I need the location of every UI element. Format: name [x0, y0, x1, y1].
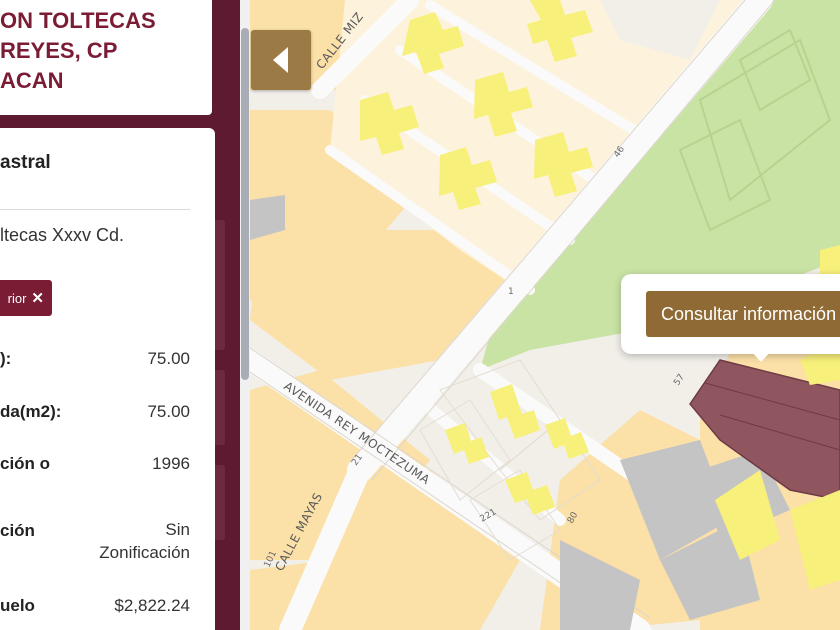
collapse-panel-button[interactable]: [251, 30, 311, 90]
map-popup: Consultar información: [621, 274, 840, 354]
divider: [0, 209, 190, 210]
field-label: ción o: [0, 454, 51, 473]
filter-chip[interactable]: rior ✕: [0, 280, 52, 316]
card-heading: astral: [0, 152, 51, 173]
filter-chip-label: rior: [7, 290, 27, 306]
field-label: ción: [0, 521, 35, 540]
field-value: Sin Zonificación: [99, 518, 190, 564]
address-number: 1: [508, 287, 514, 297]
side-panel: ON TOLTECAS REYES, CP ACAN astral ltecas…: [0, 0, 240, 630]
title-card: ON TOLTECAS REYES, CP ACAN: [0, 0, 212, 115]
title-line-2: REYES, CP: [0, 38, 118, 63]
scrollbar-thumb[interactable]: [241, 28, 249, 380]
field-label: ):: [0, 349, 12, 368]
field-value-line-2: Zonificación: [99, 543, 190, 562]
field-value: $2,822.24: [114, 596, 190, 615]
popup-tail: [750, 350, 772, 362]
side-tab[interactable]: [215, 370, 225, 445]
field-value: 75.00: [147, 349, 190, 368]
side-tab[interactable]: [215, 220, 225, 350]
title-line-1: ON TOLTECAS: [0, 8, 156, 33]
cadastral-info-card: astral ltecas Xxxv Cd. rior ✕ ): 75.00 d…: [0, 128, 215, 630]
side-tab[interactable]: [215, 465, 225, 540]
title-line-3: ACAN: [0, 68, 64, 93]
caret-left-icon: [273, 47, 288, 73]
address-text: ltecas Xxxv Cd.: [0, 225, 125, 245]
field-value: 1996: [152, 454, 190, 473]
close-icon[interactable]: ✕: [31, 289, 44, 307]
consultar-informacion-button[interactable]: Consultar información: [646, 291, 840, 337]
field-value-line-1: Sin: [165, 520, 190, 539]
field-label: uelo: [0, 596, 35, 615]
page-title: ON TOLTECAS REYES, CP ACAN: [0, 6, 200, 96]
field-value: 75.00: [147, 402, 190, 421]
field-label: da(m2):: [0, 402, 62, 421]
